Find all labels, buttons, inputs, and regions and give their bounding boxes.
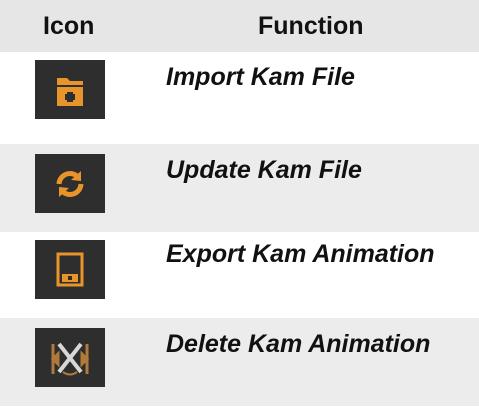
header-icon: Icon	[43, 12, 95, 40]
table-row-import: Import Kam File	[0, 52, 479, 140]
table-header: Icon Function	[0, 0, 479, 52]
table-row-delete: Delete Kam Animation	[0, 318, 479, 406]
header-function: Function	[258, 12, 364, 40]
row-label: Export Kam Animation	[166, 240, 435, 268]
table-row-export: Export Kam Animation	[0, 232, 479, 320]
row-label: Delete Kam Animation	[166, 330, 431, 358]
save-icon[interactable]	[35, 240, 105, 299]
refresh-icon[interactable]	[35, 154, 105, 213]
row-label: Import Kam File	[166, 63, 355, 91]
folder-add-icon[interactable]	[35, 60, 105, 119]
icon-function-table: Icon Function Import Kam File Update Kam…	[0, 0, 479, 407]
table-row-update: Update Kam File	[0, 144, 479, 232]
row-label: Update Kam File	[166, 156, 362, 184]
delete-icon[interactable]	[35, 328, 105, 387]
